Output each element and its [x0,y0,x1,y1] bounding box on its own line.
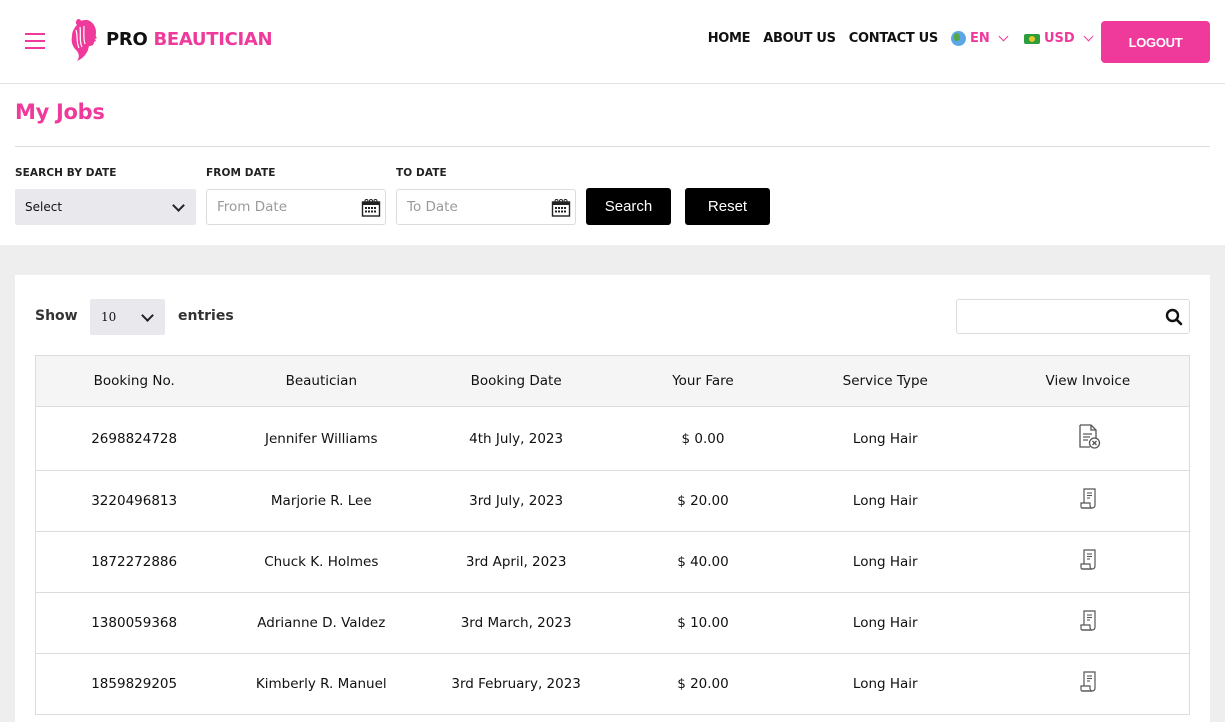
booking-date-cell: 3rd March, 2023 [410,592,623,654]
brand-logo[interactable]: PRO BEAUTICIAN [65,16,273,62]
table-row: 3220496813 Marjorie R. Lee 3rd July, 202… [35,470,1190,532]
invoice-receipt-icon[interactable] [1074,667,1102,695]
service-type-cell: Long Hair [783,531,987,593]
table-search-field[interactable] [956,299,1190,334]
table-row: 1380059368 Adrianne D. Valdez 3rd March,… [35,592,1190,654]
booking-no-cell: 1859829205 [35,653,233,715]
table-search-input[interactable] [965,306,1155,328]
to-date-field[interactable] [396,189,576,225]
booking-date-cell: 3rd July, 2023 [410,470,623,532]
to-date-label: TO DATE [396,167,447,179]
search-by-date-select[interactable]: Select [15,189,196,225]
beautician-cell: Jennifer Williams [232,406,411,471]
table-row: 1859829205 Kimberly R. Manuel 3rd Februa… [35,653,1190,715]
booking-date-cell: 3rd February, 2023 [410,653,623,715]
main-nav: HOME ABOUT US CONTACT US [708,31,939,46]
reset-button[interactable]: Reset [685,188,770,225]
search-button[interactable]: Search [586,188,671,225]
brand-name: PRO BEAUTICIAN [106,28,273,50]
invoice-receipt-icon[interactable] [1074,545,1102,573]
search-by-date-value: Select [25,200,63,214]
fare-cell: $ 10.00 [622,592,784,654]
invoice-cancelled-icon[interactable] [1074,422,1102,450]
jobs-table: Booking No. Beautician Booking Date Your… [35,355,1190,715]
view-invoice-cell [986,592,1190,654]
beautician-silhouette-icon [71,19,97,61]
from-date-field[interactable] [206,189,386,225]
service-type-cell: Long Hair [783,592,987,654]
globe-icon [951,31,966,46]
entries-per-page-select[interactable]: 10 [90,299,165,335]
top-header: PRO BEAUTICIAN HOME ABOUT US CONTACT US … [0,0,1225,84]
fare-cell: $ 20.00 [622,470,784,532]
calendar-icon[interactable] [551,198,571,218]
fare-cell: $ 20.00 [622,653,784,715]
nav-contact-us[interactable]: CONTACT US [849,31,939,46]
booking-no-cell: 1380059368 [35,592,233,654]
service-type-cell: Long Hair [783,470,987,532]
table-row: 2698824728 Jennifer Williams 4th July, 2… [35,406,1190,471]
to-date-input[interactable] [407,199,547,215]
hamburger-menu-icon[interactable] [25,33,45,49]
search-by-date-label: SEARCH BY DATE [15,167,117,179]
brand-name-part2: BEAUTICIAN [153,28,273,50]
beautician-cell: Adrianne D. Valdez [232,592,411,654]
title-divider [15,146,1210,147]
booking-date-cell: 4th July, 2023 [410,406,623,471]
booking-no-cell: 2698824728 [35,406,233,471]
booking-no-cell: 1872272886 [35,531,233,593]
service-type-cell: Long Hair [783,406,987,471]
column-header-view-invoice[interactable]: View Invoice [986,355,1190,407]
beautician-cell: Kimberly R. Manuel [232,653,411,715]
beautician-cell: Marjorie R. Lee [232,470,411,532]
service-type-cell: Long Hair [783,653,987,715]
invoice-receipt-icon[interactable] [1074,606,1102,634]
chevron-down-icon [141,309,154,322]
chevron-down-icon [998,31,1009,42]
currency-selector[interactable]: USD [1024,31,1094,46]
show-label: Show [35,308,78,324]
table-row: 1872272886 Chuck K. Holmes 3rd April, 20… [35,531,1190,593]
booking-date-cell: 3rd April, 2023 [410,531,623,593]
nav-home[interactable]: HOME [708,31,751,46]
nav-about-us[interactable]: ABOUT US [763,31,836,46]
from-date-input[interactable] [217,199,357,215]
view-invoice-cell [986,653,1190,715]
language-value: EN [970,31,990,46]
currency-value: USD [1044,31,1075,46]
column-header-booking-no[interactable]: Booking No. [35,355,233,407]
page-title: My Jobs [15,100,105,124]
booking-no-cell: 3220496813 [35,470,233,532]
view-invoice-cell [986,470,1190,532]
money-icon [1024,33,1040,44]
entries-per-page-value: 10 [101,310,117,324]
chevron-down-icon [172,199,185,212]
logout-button[interactable]: LOGOUT [1101,21,1210,63]
beautician-cell: Chuck K. Holmes [232,531,411,593]
fare-cell: $ 0.00 [622,406,784,471]
chevron-down-icon [1083,31,1094,42]
entries-label: entries [178,308,234,324]
invoice-receipt-icon[interactable] [1074,484,1102,512]
language-selector[interactable]: EN [951,31,1009,46]
column-header-your-fare[interactable]: Your Fare [622,355,784,407]
view-invoice-cell [986,406,1190,471]
calendar-icon[interactable] [361,198,381,218]
table-header-row: Booking No. Beautician Booking Date Your… [35,355,1190,407]
view-invoice-cell [986,531,1190,593]
from-date-label: FROM DATE [206,167,276,179]
column-header-beautician[interactable]: Beautician [232,355,411,407]
column-header-booking-date[interactable]: Booking Date [410,355,623,407]
search-icon[interactable] [1165,308,1183,326]
fare-cell: $ 40.00 [622,531,784,593]
brand-name-part1: PRO [106,28,148,50]
column-header-service-type[interactable]: Service Type [783,355,987,407]
